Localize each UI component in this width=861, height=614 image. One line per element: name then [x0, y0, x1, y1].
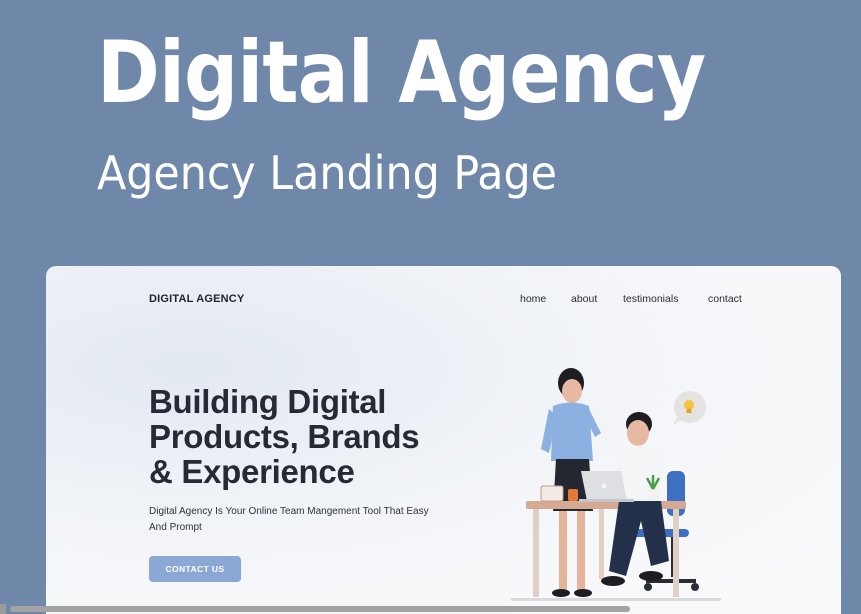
- nav-link-home[interactable]: home: [520, 293, 546, 305]
- hero-title-line: Building Digital: [149, 383, 387, 420]
- landing-page-preview: DIGITAL AGENCY home about testimonials c…: [46, 266, 841, 614]
- banner-subtitle: Agency Landing Page: [97, 146, 557, 200]
- team-at-desk-illustration: [511, 368, 721, 601]
- site-brand-logo[interactable]: DIGITAL AGENCY: [149, 293, 245, 305]
- nav-link-about[interactable]: about: [571, 293, 597, 305]
- hero-title: Building Digital Products, Brands & Expe…: [149, 383, 420, 490]
- nav-link-contact[interactable]: contact: [708, 293, 742, 305]
- contact-us-button[interactable]: CONTACT US: [149, 556, 241, 582]
- scrollbar-thumb[interactable]: [10, 606, 630, 612]
- hero-title-line: Products, Brands: [149, 418, 420, 455]
- scrollbar-left-cap: [0, 604, 6, 614]
- nav-link-testimonials[interactable]: testimonials: [623, 293, 678, 305]
- hero-description: Digital Agency Is Your Online Team Mange…: [149, 506, 429, 533]
- banner-title: Digital Agency: [97, 23, 706, 123]
- hero-title-line: & Experience: [149, 453, 355, 490]
- horizontal-scrollbar[interactable]: [0, 604, 861, 614]
- lightbulb-icon: [673, 391, 706, 425]
